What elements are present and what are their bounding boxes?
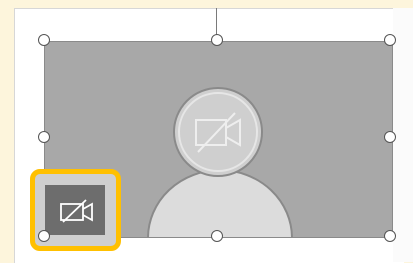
resize-handle-bottom-right[interactable]	[384, 230, 396, 242]
resize-handle-bottom-left[interactable]	[38, 230, 50, 242]
resize-handle-bottom-center[interactable]	[211, 230, 223, 242]
camera-off-icon	[60, 199, 93, 223]
camera-button-face	[45, 185, 105, 235]
canvas-edge	[393, 8, 413, 262]
resize-handle-top-left[interactable]	[38, 34, 50, 46]
resize-handle-middle-right[interactable]	[384, 131, 396, 143]
resize-handle-middle-left[interactable]	[38, 131, 50, 143]
resize-handle-top-right[interactable]	[384, 34, 396, 46]
resize-handle-top-center[interactable]	[211, 34, 223, 46]
